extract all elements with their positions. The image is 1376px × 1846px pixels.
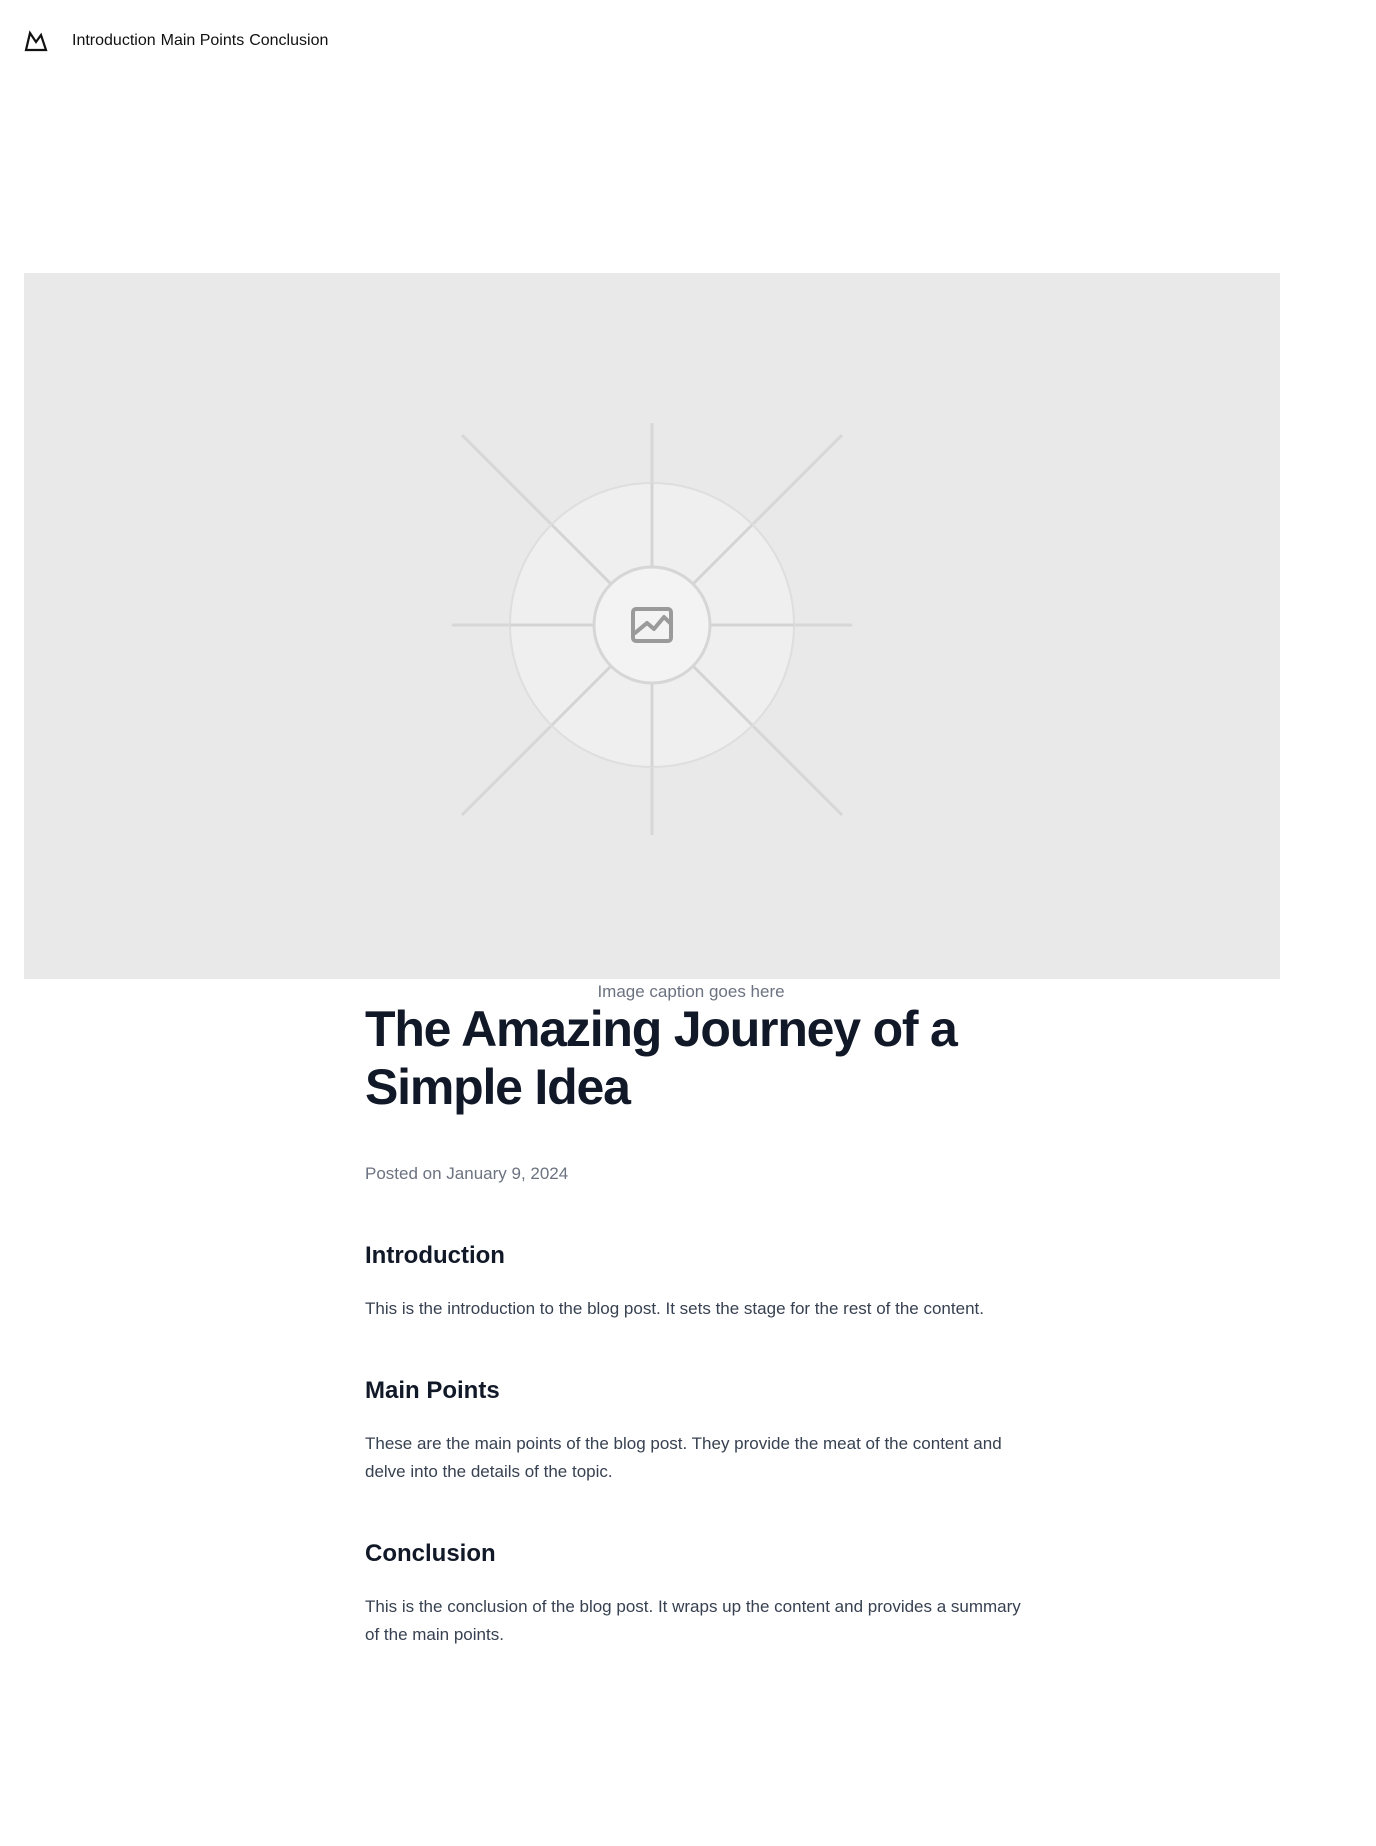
section-heading: Introduction xyxy=(365,1242,505,1269)
section-introduction: Introduction This is the introduction to… xyxy=(365,1240,1025,1323)
post-date: Posted on January 9, 2024 xyxy=(365,1164,569,1183)
section-heading: Conclusion xyxy=(365,1540,496,1567)
article-title: The Amazing Journey of a Simple Idea xyxy=(365,1001,958,1115)
placeholder-graphic xyxy=(452,423,852,835)
blog-article: The Amazing Journey of a Simple Idea Pos… xyxy=(365,1000,1025,1649)
image-caption: Image caption goes here xyxy=(597,982,785,1001)
section-heading: Main Points xyxy=(365,1377,500,1404)
section-text: These are the main points of the blog po… xyxy=(365,1434,1002,1481)
top-navigation: Introduction Main Points Conclusion xyxy=(24,28,333,54)
section-conclusion: Conclusion This is the conclusion of the… xyxy=(365,1538,1025,1649)
nav-link-conclusion[interactable]: Conclusion xyxy=(249,32,328,50)
nav-link-main-points[interactable]: Main Points xyxy=(161,32,245,50)
hero-image-placeholder xyxy=(24,273,1280,979)
section-main-points: Main Points These are the main points of… xyxy=(365,1375,1025,1486)
nav-links: Introduction Main Points Conclusion xyxy=(72,32,333,50)
nav-link-introduction[interactable]: Introduction xyxy=(72,32,156,50)
section-text: This is the introduction to the blog pos… xyxy=(365,1299,984,1318)
mountain-logo-icon[interactable] xyxy=(24,29,48,53)
section-text: This is the conclusion of the blog post.… xyxy=(365,1597,1021,1644)
